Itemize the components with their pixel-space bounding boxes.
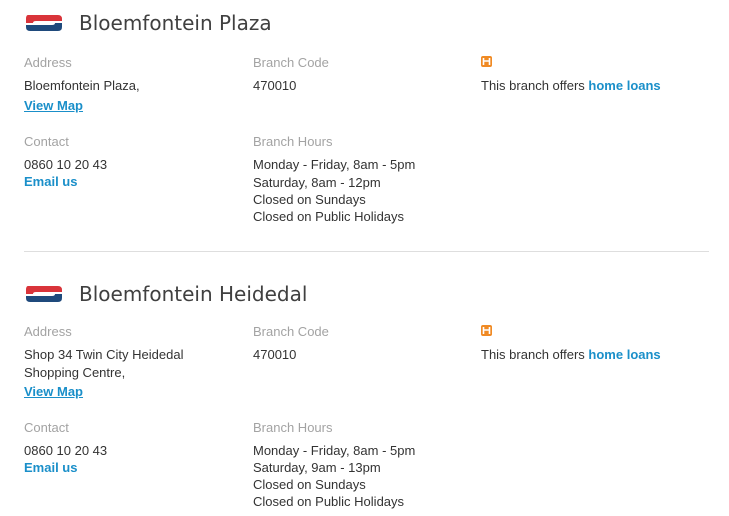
home-loans-link[interactable]: home loans [588, 347, 660, 362]
phone-number: 0860 10 20 43 [24, 443, 108, 458]
branch-header: Bloemfontein Heidedal [24, 281, 307, 307]
home-loan-icon [481, 325, 492, 336]
branch-code-label: Branch Code [253, 55, 329, 70]
capitec-logo-icon [26, 15, 62, 31]
contact-label: Contact [24, 134, 69, 149]
hours-line: Closed on Public Holidays [253, 494, 405, 509]
hours-line: Saturday, 9am - 13pm [253, 460, 381, 475]
hours-line: Monday - Friday, 8am - 5pm [253, 443, 416, 458]
hours-line: Closed on Sundays [253, 477, 366, 492]
view-map-link[interactable]: View Map [24, 98, 83, 113]
address-label: Address [24, 55, 72, 70]
branch-code-value: 470010 [253, 78, 297, 93]
branch-hours-label: Branch Hours [253, 134, 333, 149]
branch-card: Bloemfontein Heidedal Address Shop 34 Tw… [0, 281, 729, 516]
branch-name: Bloemfontein Heidedal [79, 282, 308, 306]
branch-code-value: 470010 [253, 347, 297, 362]
email-us-link[interactable]: Email us [24, 460, 77, 475]
address-line: Shopping Centre, [24, 365, 126, 380]
home-loans-offer: This branch offers home loans [481, 78, 661, 93]
home-loan-icon [481, 56, 492, 67]
offers-text: This branch offers [481, 347, 589, 362]
offers-text: This branch offers [481, 78, 589, 93]
branch-header: Bloemfontein Plaza [24, 10, 272, 36]
view-map-link[interactable]: View Map [24, 384, 83, 399]
hours-line: Closed on Sundays [253, 192, 366, 207]
branch-code-label: Branch Code [253, 324, 329, 339]
divider [24, 251, 709, 252]
home-loans-offer: This branch offers home loans [481, 347, 661, 362]
branch-card: Bloemfontein Plaza Address Bloemfontein … [0, 10, 729, 250]
contact-label: Contact [24, 420, 69, 435]
branch-name: Bloemfontein Plaza [79, 11, 272, 35]
hours-line: Closed on Public Holidays [253, 209, 405, 224]
home-loans-link[interactable]: home loans [588, 78, 660, 93]
address-line: Bloemfontein Plaza, [24, 78, 140, 93]
capitec-logo-icon [26, 286, 62, 302]
hours-line: Monday - Friday, 8am - 5pm [253, 157, 416, 172]
address-label: Address [24, 324, 72, 339]
address-line: Shop 34 Twin City Heidedal [24, 347, 184, 362]
hours-line: Saturday, 8am - 12pm [253, 175, 381, 190]
email-us-link[interactable]: Email us [24, 174, 77, 189]
branch-hours-label: Branch Hours [253, 420, 333, 435]
phone-number: 0860 10 20 43 [24, 157, 108, 172]
